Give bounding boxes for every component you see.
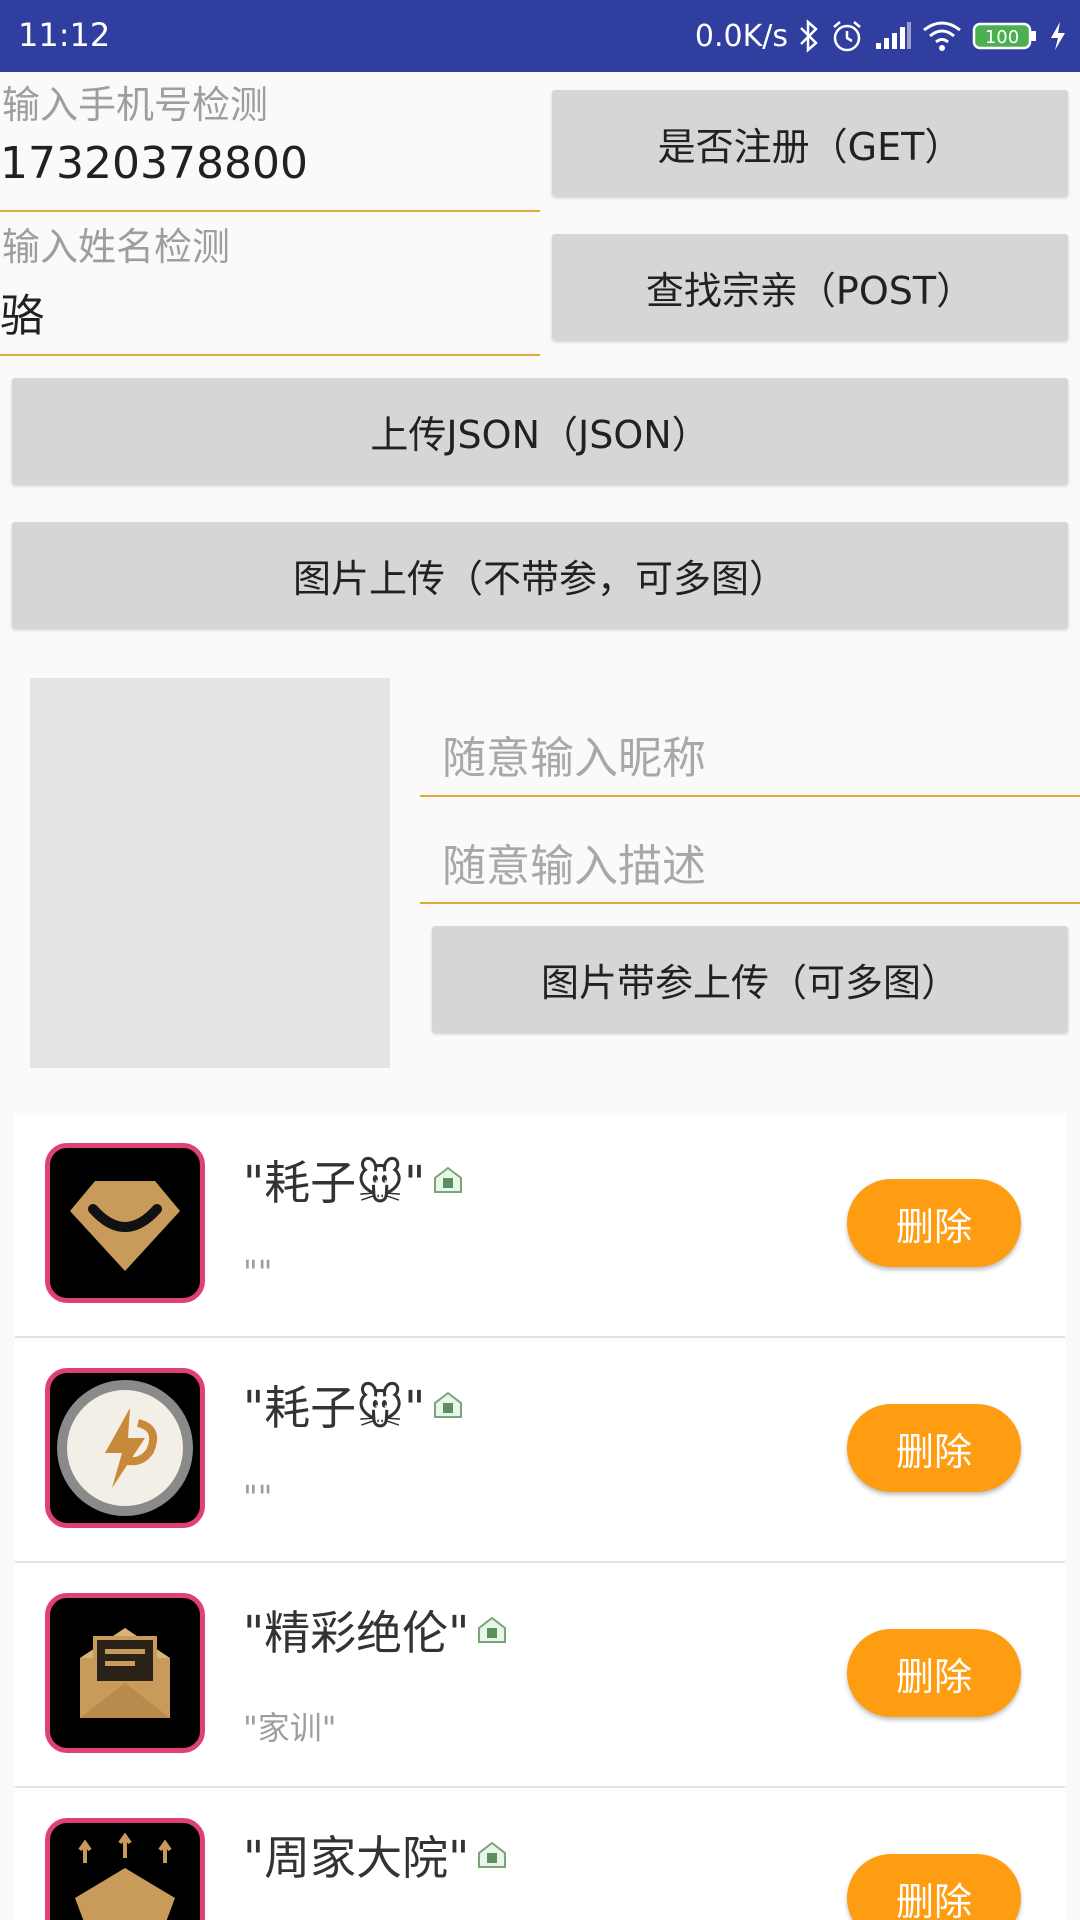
bluetooth-icon — [798, 19, 820, 53]
envelope-icon — [80, 1628, 170, 1718]
phone-field-input[interactable]: 17320378800 — [0, 138, 308, 189]
relatives-list: "耗子🐭" "" 删除 "耗子🐭" "" 删除 "精彩绝伦" "家训" 删除 "… — [15, 1113, 1065, 1920]
find-relatives-button[interactable]: 查找宗亲（POST） — [552, 234, 1068, 340]
list-item[interactable]: "耗子🐭" "" 删除 — [15, 1113, 1065, 1338]
phone-field-label: 输入手机号检测 — [2, 83, 269, 127]
delete-button[interactable]: 删除 — [847, 1404, 1021, 1492]
svg-text:100: 100 — [985, 27, 1019, 48]
list-item-name: "耗子🐭" — [243, 1147, 463, 1213]
list-item[interactable]: "耗子🐭" "" 删除 — [15, 1338, 1065, 1563]
lightning-p-icon — [57, 1380, 193, 1516]
image-upload-params-button[interactable]: 图片带参上传（可多图） — [432, 926, 1068, 1032]
list-item-name: "精彩绝伦" — [243, 1597, 507, 1663]
delete-button[interactable]: 删除 — [847, 1854, 1021, 1920]
status-icons: 0.0K/s 100 — [695, 14, 1068, 58]
list-item-description: "" — [243, 1253, 273, 1291]
list-item[interactable]: "精彩绝伦" "家训" 删除 — [15, 1563, 1065, 1788]
list-item-description: "" — [243, 1478, 273, 1516]
house-icon — [75, 1832, 175, 1920]
house-badge-icon — [478, 1841, 507, 1868]
house-badge-icon — [434, 1166, 463, 1193]
avatar — [45, 1143, 205, 1303]
list-item-description: "家训" — [243, 1709, 337, 1747]
alarm-icon — [830, 19, 864, 53]
avatar — [45, 1818, 205, 1920]
image-upload-button[interactable]: 图片上传（不带参，可多图） — [12, 522, 1068, 628]
house-badge-icon — [434, 1391, 463, 1418]
avatar — [45, 1593, 205, 1753]
wifi-icon — [922, 20, 962, 52]
image-preview[interactable] — [30, 678, 390, 1068]
delete-button[interactable]: 删除 — [847, 1179, 1021, 1267]
nickname-input[interactable]: 随意输入昵称 — [442, 722, 706, 786]
description-underline — [420, 902, 1080, 904]
status-time: 11:12 — [18, 16, 111, 54]
house-badge-icon — [478, 1616, 507, 1643]
description-input[interactable]: 随意输入描述 — [442, 830, 706, 894]
charging-icon — [1048, 20, 1068, 52]
list-item-name: "周家大院" — [243, 1822, 507, 1888]
list-item[interactable]: "周家大院" 删除 — [15, 1788, 1065, 1920]
name-field-input[interactable]: 骆 — [0, 280, 44, 344]
avatar — [45, 1368, 205, 1528]
battery-icon: 100 — [972, 21, 1038, 51]
list-item-name: "耗子🐭" — [243, 1372, 463, 1438]
nickname-underline — [420, 795, 1080, 797]
register-check-button[interactable]: 是否注册（GET） — [552, 90, 1068, 196]
network-speed: 0.0K/s — [694, 18, 788, 54]
smile-shield-icon — [70, 1181, 180, 1271]
delete-button[interactable]: 删除 — [847, 1629, 1021, 1717]
upload-json-button[interactable]: 上传JSON（JSON） — [12, 378, 1068, 484]
name-field-label: 输入姓名检测 — [2, 225, 231, 269]
phone-field-underline — [0, 210, 540, 212]
name-field-underline — [0, 354, 540, 356]
status-bar: 11:12 0.0K/s 100 — [0, 0, 1080, 72]
signal-icon — [874, 21, 912, 51]
